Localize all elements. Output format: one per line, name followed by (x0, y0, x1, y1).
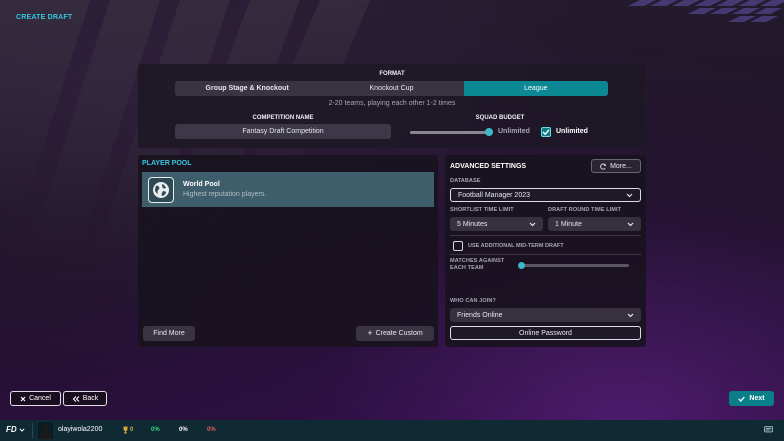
close-icon (20, 396, 26, 401)
database-label: DATABASE (450, 178, 481, 184)
divider (450, 235, 641, 236)
shortlist-time-limit-value: 5 Minutes (457, 220, 488, 228)
username: olayiwola2200 (58, 426, 103, 433)
format-panel: FORMAT Group Stage & Knockout Knockout C… (138, 64, 646, 148)
check-icon (738, 396, 746, 402)
squad-budget-label: SQUAD BUDGET (475, 115, 525, 121)
tab-league[interactable]: League (463, 81, 608, 96)
draft-round-time-limit-select[interactable]: 1 Minute (548, 217, 641, 231)
shortlist-time-limit-select[interactable]: 5 Minutes (450, 217, 543, 231)
find-more-button[interactable]: Find More (143, 326, 195, 341)
matches-against-slider[interactable] (521, 264, 629, 267)
fd-menu-button[interactable]: FD (6, 425, 25, 434)
stat-loss-percent: 0% (207, 427, 216, 433)
check-icon (542, 129, 550, 136)
chevron-down-icon (627, 222, 634, 226)
who-can-join-select[interactable]: Friends Online (450, 308, 641, 322)
status-bar: FD olayiwola2200 0 0% 0% 0% (0, 420, 784, 441)
tab-group-stage-knockout[interactable]: Group Stage & Knockout (175, 81, 319, 96)
unlimited-checkbox-label: Unlimited (556, 128, 588, 135)
chat-icon[interactable] (764, 426, 773, 434)
database-value: Football Manager 2023 (458, 191, 530, 199)
fd-logo: FD (6, 425, 17, 434)
database-select[interactable]: Football Manager 2023 (450, 188, 641, 202)
online-password-button[interactable]: Online Password (450, 326, 641, 340)
who-can-join-value: Friends Online (457, 311, 503, 319)
cancel-button[interactable]: Cancel (10, 391, 61, 406)
back-button[interactable]: Back (63, 391, 107, 406)
player-pool-item-name: World Pool (183, 181, 220, 188)
who-can-join-label: WHO CAN JOIN? (450, 298, 496, 304)
player-pool-panel: PLAYER POOL World Pool Highest reputatio… (138, 155, 438, 347)
player-pool-title: PLAYER POOL (142, 160, 192, 167)
chevron-down-icon (627, 313, 634, 317)
refresh-icon (600, 163, 607, 170)
globe-icon (148, 177, 174, 203)
shortlist-time-limit-label: SHORTLIST TIME LIMIT (450, 207, 514, 213)
format-tabs: Group Stage & Knockout Knockout Cup Leag… (175, 81, 608, 96)
matches-against-slider-thumb[interactable] (518, 262, 525, 269)
back-label: Back (82, 395, 99, 402)
player-pool-item-world-pool[interactable]: World Pool Highest reputation players. (142, 172, 434, 207)
matches-against-label-line2: EACH TEAM (450, 265, 484, 271)
more-button-label: More... (610, 162, 632, 170)
avatar[interactable] (38, 422, 53, 439)
advanced-settings-title: ADVANCED SETTINGS (450, 163, 527, 170)
divider (32, 423, 33, 438)
draft-round-time-limit-value: 1 Minute (555, 220, 582, 228)
divider (450, 254, 641, 255)
online-password-label: Online Password (519, 329, 572, 337)
format-label: FORMAT (379, 71, 405, 77)
more-button[interactable]: More... (591, 159, 641, 173)
trophy-count: 0 (130, 427, 134, 433)
chevron-down-icon (626, 193, 633, 197)
chevron-down-icon (19, 427, 25, 432)
tab-knockout-cup[interactable]: Knockout Cup (319, 81, 463, 96)
competition-name-field[interactable]: Fantasy Draft Competition (175, 124, 391, 139)
midterm-draft-checkbox[interactable] (453, 241, 463, 251)
create-custom-label: Create Custom (375, 330, 423, 337)
matches-against-label-line1: MATCHES AGAINST (450, 258, 505, 264)
squad-budget-slider-thumb[interactable] (485, 128, 493, 136)
double-chevron-left-icon (72, 395, 80, 402)
find-more-label: Find More (153, 330, 185, 337)
draft-round-time-limit-label: DRAFT ROUND TIME LIMIT (548, 207, 622, 213)
next-label: Next (749, 395, 765, 402)
player-pool-item-description: Highest reputation players. (183, 191, 267, 198)
next-button[interactable]: Next (729, 391, 774, 406)
plus-icon: + (367, 328, 373, 338)
stat-win-percent: 0% (151, 427, 160, 433)
advanced-settings-panel: ADVANCED SETTINGS More... DATABASE Footb… (445, 155, 646, 347)
midterm-draft-label: USE ADDITIONAL MID-TERM DRAFT (468, 243, 564, 249)
trophy-icon (123, 426, 128, 434)
squad-budget-slider[interactable] (410, 131, 492, 134)
stat-draw-percent: 0% (179, 427, 188, 433)
chevron-down-icon (529, 222, 536, 226)
squad-budget-value: Unlimited (498, 128, 530, 135)
competition-name-label: COMPETITION NAME (252, 115, 314, 121)
create-custom-button[interactable]: + Create Custom (356, 326, 434, 341)
format-description: 2-20 teams, playing each other 1-2 times (328, 100, 456, 107)
unlimited-checkbox[interactable] (541, 127, 551, 137)
cancel-label: Cancel (29, 395, 51, 402)
page-title: CREATE DRAFT (16, 14, 73, 21)
